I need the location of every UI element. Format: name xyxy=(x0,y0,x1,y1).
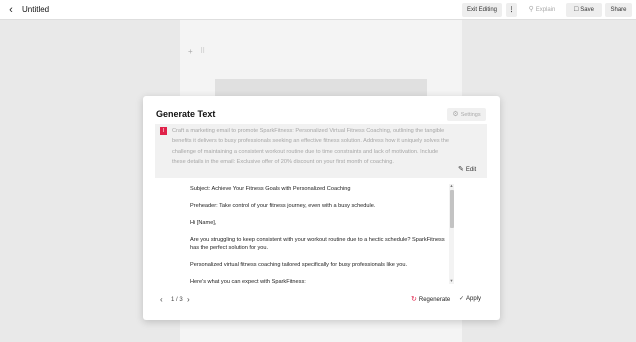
exit-editing-button[interactable]: Exit Editing xyxy=(462,3,502,17)
prompt-marker-icon: I xyxy=(160,127,167,135)
document-title[interactable]: Untitled xyxy=(22,4,49,15)
explain-button[interactable]: ⚲ Explain xyxy=(522,3,562,17)
checkmark-icon: ✓ xyxy=(459,296,465,302)
refresh-icon: ↻ xyxy=(411,296,417,303)
lightbulb-icon: ⚲ xyxy=(528,6,534,13)
explain-label: Explain xyxy=(535,7,556,13)
more-options-button[interactable]: ⋮ xyxy=(506,3,517,17)
dialog-title: Generate Text xyxy=(156,109,216,119)
top-bar: ‹ Untitled Exit Editing ⋮ ⚲ Explain □ Save… xyxy=(0,0,636,20)
regenerate-button[interactable]: ↻ Regenerate xyxy=(411,295,450,305)
generated-content[interactable]: Subject: Achieve Your Fitness Goals with… xyxy=(190,185,453,287)
apply-label: Apply xyxy=(466,296,482,302)
result-pager: 1 / 3 xyxy=(171,297,183,303)
content-paragraph: Preheader: Take control of your fitness … xyxy=(190,202,376,209)
content-paragraph: Subject: Achieve Your Fitness Goals with… xyxy=(190,186,351,192)
settings-label: Settings xyxy=(460,112,481,118)
drag-handle-icon[interactable]: ⠿ xyxy=(200,47,205,57)
settings-icon: ⚙ xyxy=(452,111,459,118)
back-arrow-icon[interactable]: ‹ xyxy=(6,4,16,16)
add-block-icon[interactable]: + xyxy=(188,47,193,57)
scroll-thumb[interactable] xyxy=(449,190,454,228)
content-paragraph: Here's what you can expect with SparkFit… xyxy=(190,279,306,286)
content-scrollbar[interactable]: ▲ ▼ xyxy=(449,183,454,284)
generate-text-dialog: Generate Text ⚙ Settings I Craft a market… xyxy=(143,96,500,320)
regenerate-label: Regenerate xyxy=(418,297,451,303)
prompt-text: Craft a marketing email to promote Spark… xyxy=(172,128,449,165)
previous-result-icon[interactable]: ‹ xyxy=(160,295,163,304)
save-icon: □ xyxy=(574,6,579,13)
edit-label: Edit xyxy=(465,167,477,173)
save-label: Save xyxy=(580,7,594,13)
prompt-box: I Craft a marketing email to promote Spa… xyxy=(155,124,487,178)
scroll-down-icon[interactable]: ▼ xyxy=(449,278,454,283)
content-paragraph: Personalized virtual fitness coaching ta… xyxy=(190,262,408,269)
settings-button[interactable]: ⚙ Settings xyxy=(447,108,486,121)
apply-button[interactable]: ✓ Apply xyxy=(459,295,481,304)
content-paragraph: Are you struggling to keep consistent wi… xyxy=(190,236,445,252)
content-paragraph: Hi [Name], xyxy=(190,219,217,226)
save-button[interactable]: □ Save xyxy=(566,3,602,17)
pencil-icon: ✎ xyxy=(458,166,464,173)
edit-prompt-button[interactable]: ✎ Edit xyxy=(458,165,476,175)
share-button[interactable]: Share xyxy=(605,3,632,17)
scroll-up-icon[interactable]: ▲ xyxy=(449,183,454,188)
next-result-icon[interactable]: › xyxy=(187,295,190,304)
document-block xyxy=(215,79,427,97)
